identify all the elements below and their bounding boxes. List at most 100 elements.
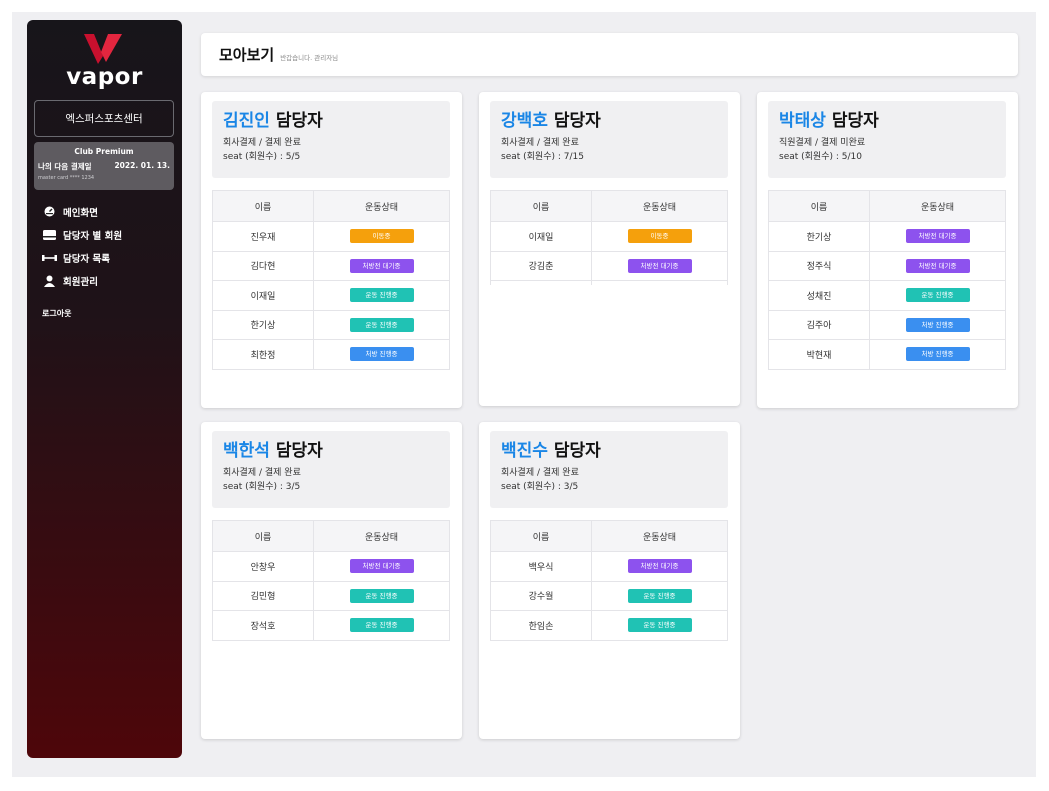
member-name: 한기상	[768, 221, 870, 251]
status-badge[interactable]: 처방전 대기중	[627, 559, 692, 574]
manager-name[interactable]: 강백호	[501, 111, 548, 131]
manager-heading: 박태상 담당자	[779, 111, 995, 132]
table-row[interactable]: 정주식 처방전 대기중	[768, 250, 1006, 281]
manager-info: 강백호 담당자 회사결제 / 결제 완료 seat (회원수) : 7/15	[490, 101, 728, 178]
table-header-row: 이름 운동상태	[212, 520, 450, 552]
logo[interactable]: vapor	[27, 34, 182, 94]
member-name: 진우재	[212, 221, 314, 251]
payment-status: 직원결제 / 결제 미완료	[779, 138, 866, 148]
manager-card: 백진수 담당자 회사결제 / 결제 완료 seat (회원수) : 3/5 이름…	[479, 422, 740, 739]
status-badge[interactable]: 처방 진행중	[349, 347, 414, 362]
member-table-wrap[interactable]: 이름 운동상태 한기상 처방전 대기중 정주식 처방전 대기중 성채진 운동 진…	[768, 190, 1006, 370]
table-row[interactable]: 이재일 운동 진행중	[212, 280, 450, 310]
member-table-wrap[interactable]: 이름 운동상태 진우재 이동중 김다현 처방전 대기중 이재일 운동 진행중 한…	[212, 190, 450, 370]
column-header-status: 운동상태	[313, 190, 450, 222]
manager-suffix: 담당자	[275, 111, 323, 131]
sidebar-item-manager-list[interactable]: 담당자 목록	[41, 246, 122, 269]
sidebar-item-member-management[interactable]: 회원관리	[41, 269, 122, 292]
status-badge[interactable]: 처방전 대기중	[905, 229, 970, 244]
table-row[interactable]: 강수월 운동 진행중	[490, 580, 728, 611]
member-name: 백우식	[490, 551, 592, 581]
table-row[interactable]: 한기상 운동 진행중	[212, 309, 450, 340]
manager-suffix: 담당자	[831, 111, 879, 131]
column-header-name: 이름	[768, 190, 870, 222]
payment-status: 회사결제 / 결제 완료	[223, 468, 301, 478]
table-row[interactable]: 김주아 처방 진행중	[768, 309, 1006, 340]
member-table: 이름 운동상태 진우재 이동중 김다현 처방전 대기중 이재일 운동 진행중 한…	[212, 190, 450, 370]
status-badge[interactable]: 운동 진행중	[627, 618, 692, 633]
column-header-status: 운동상태	[591, 520, 728, 552]
manager-card: 박태상 담당자 직원결제 / 결제 미완료 seat (회원수) : 5/10 …	[757, 92, 1018, 408]
table-row[interactable]: 장석호 운동 진행중	[212, 610, 450, 641]
logout-link[interactable]: 로그아웃	[42, 308, 71, 319]
table-row[interactable]: 한임손 운동 진행중	[490, 610, 728, 641]
status-badge[interactable]: 처방전 대기중	[905, 258, 970, 273]
seat-count: seat (회원수) : 3/5	[223, 482, 301, 492]
column-header-name: 이름	[212, 190, 314, 222]
status-badge[interactable]: 이동중	[349, 229, 414, 244]
status-badge[interactable]: 처방 진행중	[905, 317, 970, 332]
table-row[interactable]: 안창우 처방전 대기중	[212, 551, 450, 581]
table-row[interactable]: 한기상 처방전 대기중	[768, 221, 1006, 251]
status-badge[interactable]: 이동중	[627, 229, 692, 244]
seat-count: seat (회원수) : 7/15	[501, 152, 584, 162]
manager-heading: 강백호 담당자	[501, 111, 717, 132]
payment-status: 회사결제 / 결제 완료	[501, 468, 579, 478]
table-row[interactable]: 강김춘 처방전 대기중	[490, 250, 728, 281]
seat-count: seat (회원수) : 5/5	[223, 152, 301, 162]
status-badge[interactable]: 처방 진행중	[905, 347, 970, 362]
manager-name[interactable]: 김진인	[223, 111, 270, 131]
column-header-name: 이름	[490, 520, 592, 552]
column-header-status: 운동상태	[869, 190, 1006, 222]
column-header-name: 이름	[212, 520, 314, 552]
table-row[interactable]: 박현재 처방 진행중	[768, 339, 1006, 370]
status-badge[interactable]: 처방전 대기중	[349, 559, 414, 574]
sidebar-item-members-by-manager[interactable]: 담당자 별 회원	[41, 223, 122, 246]
table-row[interactable]: 성채진 운동 진행중	[768, 280, 1006, 310]
table-row[interactable]: 최한정 처방 진행중	[212, 339, 450, 370]
table-row[interactable]: 이재일 이동중	[490, 221, 728, 251]
dashboard-icon	[41, 206, 57, 217]
manager-info: 박태상 담당자 직원결제 / 결제 미완료 seat (회원수) : 5/10	[768, 101, 1006, 178]
column-header-name: 이름	[490, 190, 592, 222]
user-icon	[41, 275, 57, 287]
member-table-wrap[interactable]: 이름 운동상태 백우식 처방전 대기중 강수월 운동 진행중 한임손 운동 진행…	[490, 520, 728, 641]
status-badge[interactable]: 운동 진행중	[905, 288, 970, 303]
member-table-wrap[interactable]: 이름 운동상태 이재일 이동중 강김춘 처방전 대기중 곽배진 처방전 대기중 …	[490, 190, 728, 285]
member-name: 이재일	[490, 221, 592, 251]
status-badge[interactable]: 운동 진행중	[349, 618, 414, 633]
status-badge[interactable]: 처방전 대기중	[627, 258, 692, 273]
card-icon	[41, 229, 57, 240]
center-name-box[interactable]: 엑스퍼스포츠센터	[34, 100, 174, 137]
manager-info: 백한석 담당자 회사결제 / 결제 완료 seat (회원수) : 3/5	[212, 431, 450, 508]
table-row[interactable]: 진우재 이동중	[212, 221, 450, 251]
payment-status: 회사결제 / 결제 완료	[223, 138, 301, 148]
status-badge[interactable]: 운동 진행중	[349, 317, 414, 332]
table-row[interactable]: 백우식 처방전 대기중	[490, 551, 728, 581]
sidebar-item-main[interactable]: 메인화면	[41, 200, 122, 223]
manager-name[interactable]: 박태상	[779, 111, 826, 131]
table-row[interactable]: 곽배진 처방전 대기중	[490, 280, 728, 285]
status-badge[interactable]: 운동 진행중	[627, 588, 692, 603]
manager-card: 강백호 담당자 회사결제 / 결제 완료 seat (회원수) : 7/15 이…	[479, 92, 740, 406]
manager-name[interactable]: 백한석	[223, 441, 270, 461]
member-name: 강김춘	[490, 250, 592, 281]
manager-suffix: 담당자	[275, 441, 323, 461]
table-row[interactable]: 김민형 운동 진행중	[212, 580, 450, 611]
status-badge[interactable]: 운동 진행중	[349, 288, 414, 303]
manager-name[interactable]: 백진수	[501, 441, 548, 461]
sidebar-item-label: 담당자 별 회원	[63, 230, 123, 242]
manager-card: 백한석 담당자 회사결제 / 결제 완료 seat (회원수) : 3/5 이름…	[201, 422, 462, 739]
member-table-wrap[interactable]: 이름 운동상태 안창우 처방전 대기중 김민형 운동 진행중 장석호 운동 진행…	[212, 520, 450, 641]
manager-info: 백진수 담당자 회사결제 / 결제 완료 seat (회원수) : 3/5	[490, 431, 728, 508]
member-name: 안창우	[212, 551, 314, 581]
status-badge[interactable]: 처방전 대기중	[349, 258, 414, 273]
payment-status: 회사결제 / 결제 완료	[501, 138, 579, 148]
seat-count: seat (회원수) : 3/5	[501, 482, 579, 492]
status-badge[interactable]: 운동 진행중	[349, 588, 414, 603]
payment-card: master card **** 1234	[38, 175, 95, 181]
page-header: 모아보기 반갑습니다. 관리자님	[201, 33, 1018, 76]
column-header-status: 운동상태	[313, 520, 450, 552]
table-header-row: 이름 운동상태	[490, 520, 728, 552]
table-row[interactable]: 김다현 처방전 대기중	[212, 250, 450, 281]
